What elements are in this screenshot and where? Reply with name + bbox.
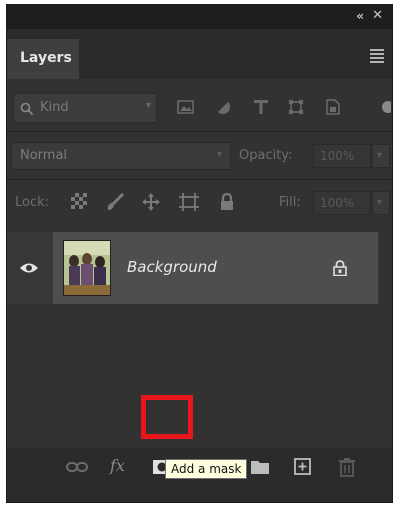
panel-title-strip: « ✕ xyxy=(7,5,392,29)
lock-all-icon[interactable] xyxy=(219,193,235,211)
group-folder-icon[interactable] xyxy=(250,457,270,477)
divider xyxy=(7,179,392,180)
new-layer-icon[interactable] xyxy=(294,457,312,477)
opacity-label: Opacity: xyxy=(239,148,293,163)
visibility-toggle[interactable] xyxy=(7,232,53,304)
fill-label: Fill: xyxy=(279,195,301,210)
filter-kind-label: Kind xyxy=(40,100,69,115)
blend-mode-value: Normal xyxy=(20,148,68,163)
layer-style-icon[interactable]: fx xyxy=(110,456,125,475)
type-layer-filter-icon[interactable] xyxy=(253,99,269,115)
lock-label: Lock: xyxy=(15,195,50,210)
add-mask-tooltip: Add a mask xyxy=(165,459,248,479)
pixel-layer-filter-icon[interactable] xyxy=(177,99,195,115)
close-icon[interactable]: ✕ xyxy=(372,8,383,23)
eye-icon[interactable] xyxy=(19,262,39,274)
opacity-slider-button[interactable]: ▾ xyxy=(372,144,390,168)
delete-layer-icon[interactable] xyxy=(338,457,356,477)
opacity-field[interactable]: 100% xyxy=(313,144,371,168)
lock-position-icon[interactable] xyxy=(142,193,160,211)
layer-thumbnail xyxy=(63,240,111,296)
layers-content: Kind ▾ Normal ▾ Opacity: 100% ▾ Lock: Fi… xyxy=(7,79,392,448)
layers-panel: « ✕ Layers Kind ▾ Normal ▾ Opacity: 100%… xyxy=(6,4,393,503)
layer-lock-icon xyxy=(333,260,347,276)
shape-layer-filter-icon[interactable] xyxy=(288,99,304,115)
chevron-down-icon: ▾ xyxy=(216,149,222,160)
adjustment-layer-filter-icon[interactable] xyxy=(215,99,231,115)
tab-bar: Layers xyxy=(7,29,392,79)
lock-row: Lock: Fill: 100% ▾ xyxy=(7,187,392,219)
chevron-down-icon: ▾ xyxy=(145,100,151,111)
tab-label: Layers xyxy=(20,50,72,66)
collapse-panels-icon[interactable]: « xyxy=(356,9,364,23)
blend-mode-select[interactable]: Normal ▾ xyxy=(11,142,231,170)
filter-row: Kind ▾ xyxy=(7,91,392,125)
lock-image-pixels-icon[interactable] xyxy=(105,193,125,211)
fill-field[interactable]: 100% xyxy=(313,191,371,215)
smart-object-filter-icon[interactable] xyxy=(325,99,341,115)
blend-row: Normal ▾ Opacity: 100% ▾ xyxy=(7,139,392,175)
search-icon xyxy=(20,102,34,116)
divider xyxy=(7,131,392,132)
tab-layers[interactable]: Layers xyxy=(7,39,79,79)
filter-kind-select[interactable]: Kind ▾ xyxy=(13,93,157,123)
lock-transparent-pixels-icon[interactable] xyxy=(71,193,87,209)
fill-slider-button[interactable]: ▾ xyxy=(372,191,390,215)
link-layers-icon[interactable] xyxy=(66,457,88,477)
panel-menu-icon[interactable] xyxy=(370,49,384,65)
lock-artboard-icon[interactable] xyxy=(179,193,199,211)
layer-row-background[interactable]: Background xyxy=(7,232,378,304)
add-mask-highlight xyxy=(141,395,193,439)
layer-name[interactable]: Background xyxy=(127,258,217,276)
filter-toggle-icon[interactable] xyxy=(381,97,391,117)
